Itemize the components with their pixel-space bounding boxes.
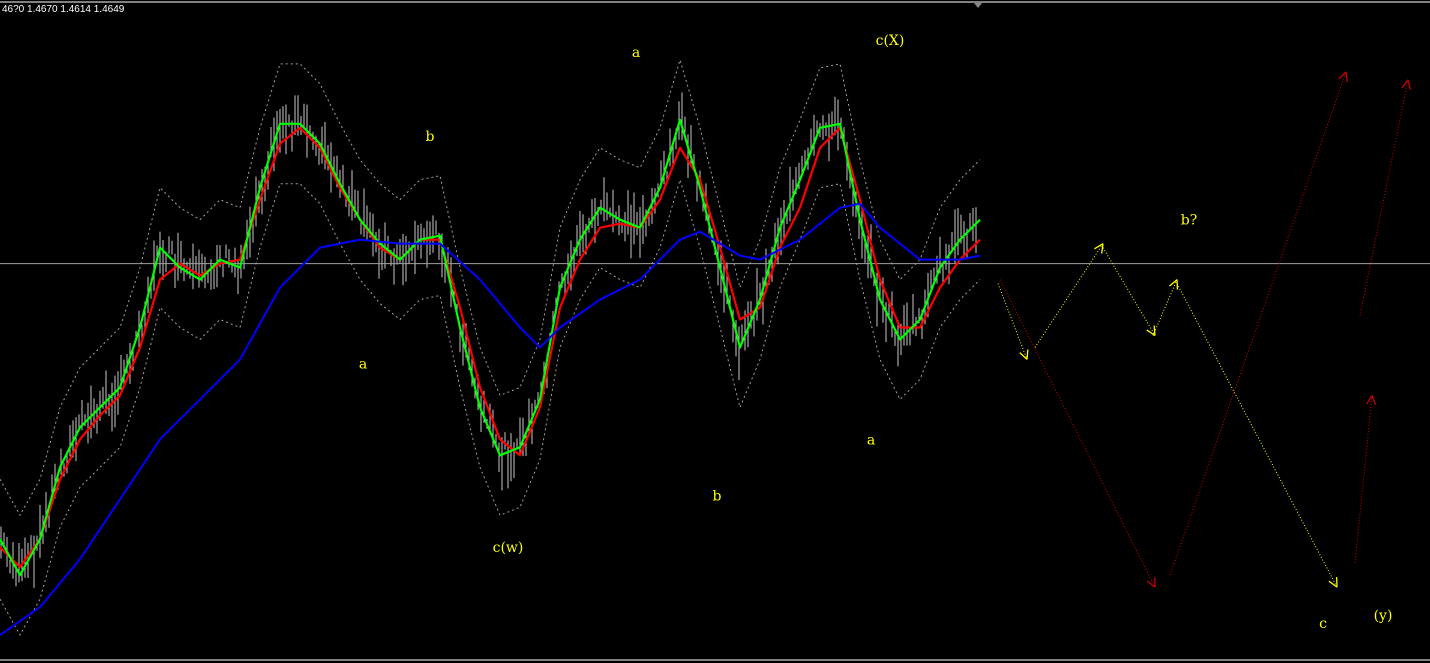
arrow-head — [1366, 395, 1373, 405]
wave-arrow — [1354, 395, 1377, 564]
wave-label: b — [713, 488, 722, 504]
arrow-head — [1407, 79, 1412, 90]
wave-labels: b a c(w) a b c(X) a b? c (y) — [359, 33, 1393, 632]
price-bars — [0, 92, 977, 588]
arrow-head — [1026, 349, 1029, 360]
price-chart[interactable]: b a c(w) a b c(X) a b? c (y) — [0, 0, 1430, 663]
wave-arrow — [997, 283, 1029, 360]
wave-arrow — [1034, 243, 1104, 348]
wave-arrow — [1152, 279, 1179, 336]
fast-line — [0, 118, 981, 577]
arrow-head — [1019, 352, 1028, 360]
arrow-head — [1094, 243, 1104, 250]
arrow-head — [1371, 395, 1377, 406]
upper-line — [0, 59, 981, 516]
wave-arrow — [999, 279, 1156, 588]
wave-label: a — [359, 356, 367, 372]
wave-label: c — [1319, 616, 1327, 632]
chart-shift-marker[interactable] — [974, 3, 982, 8]
slow-line — [0, 126, 981, 569]
arrow-head — [1401, 79, 1409, 89]
wave-label: a — [632, 45, 640, 61]
arrow-head — [1153, 325, 1156, 336]
wave-label: c(w) — [493, 540, 524, 556]
wave-label: b — [426, 129, 435, 145]
arrow-head — [1146, 580, 1156, 588]
wave-arrow — [1359, 79, 1412, 316]
wave-label: b? — [1181, 213, 1197, 229]
wave-arrow — [1102, 247, 1156, 337]
wave-arrow — [1176, 283, 1338, 588]
wave-label: a — [867, 432, 875, 448]
wave-label: c(X) — [876, 33, 905, 49]
wave-arrow — [1169, 71, 1348, 576]
wave-arrows — [997, 71, 1412, 588]
wave-label: (y) — [1374, 608, 1393, 624]
arrow-head — [1101, 243, 1104, 254]
arrow-head — [1338, 71, 1347, 80]
arrow-head — [1345, 71, 1348, 82]
indicator-lines — [0, 59, 1430, 636]
